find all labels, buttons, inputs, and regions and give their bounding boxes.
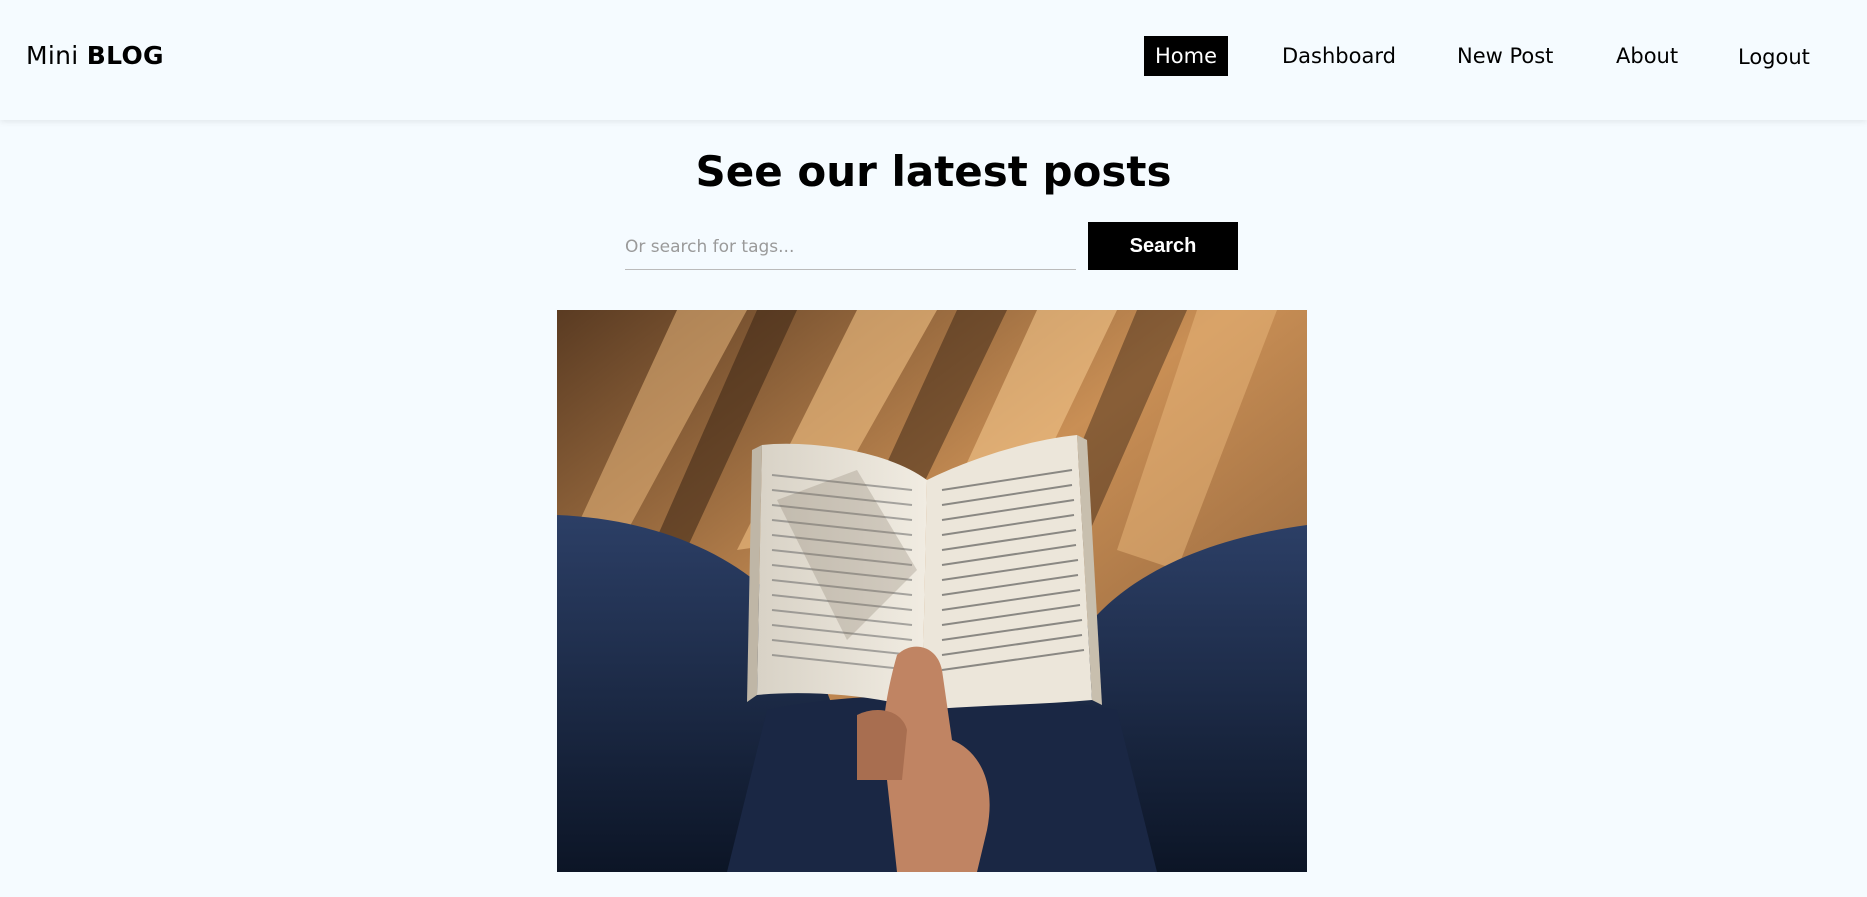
tag-search-input[interactable] <box>625 224 1076 270</box>
nav-logout-link[interactable]: Logout <box>1738 37 1810 77</box>
search-button[interactable]: Search <box>1088 222 1238 270</box>
logo-text-light: Mini <box>26 41 79 70</box>
nav-new-post-link[interactable]: New Post <box>1457 36 1553 76</box>
site-logo[interactable]: Mini BLOG <box>26 40 164 72</box>
book-reading-photo <box>557 310 1307 872</box>
nav-about-link[interactable]: About <box>1616 36 1678 76</box>
nav-dashboard-link[interactable]: Dashboard <box>1282 36 1396 76</box>
nav-home-link[interactable]: Home <box>1144 36 1229 76</box>
post-cover-image[interactable] <box>557 310 1307 872</box>
logo-text-bold: BLOG <box>86 41 164 70</box>
page-title: See our latest posts <box>695 147 1172 196</box>
top-navbar: Mini BLOG Home Dashboard New Post About … <box>0 0 1867 120</box>
